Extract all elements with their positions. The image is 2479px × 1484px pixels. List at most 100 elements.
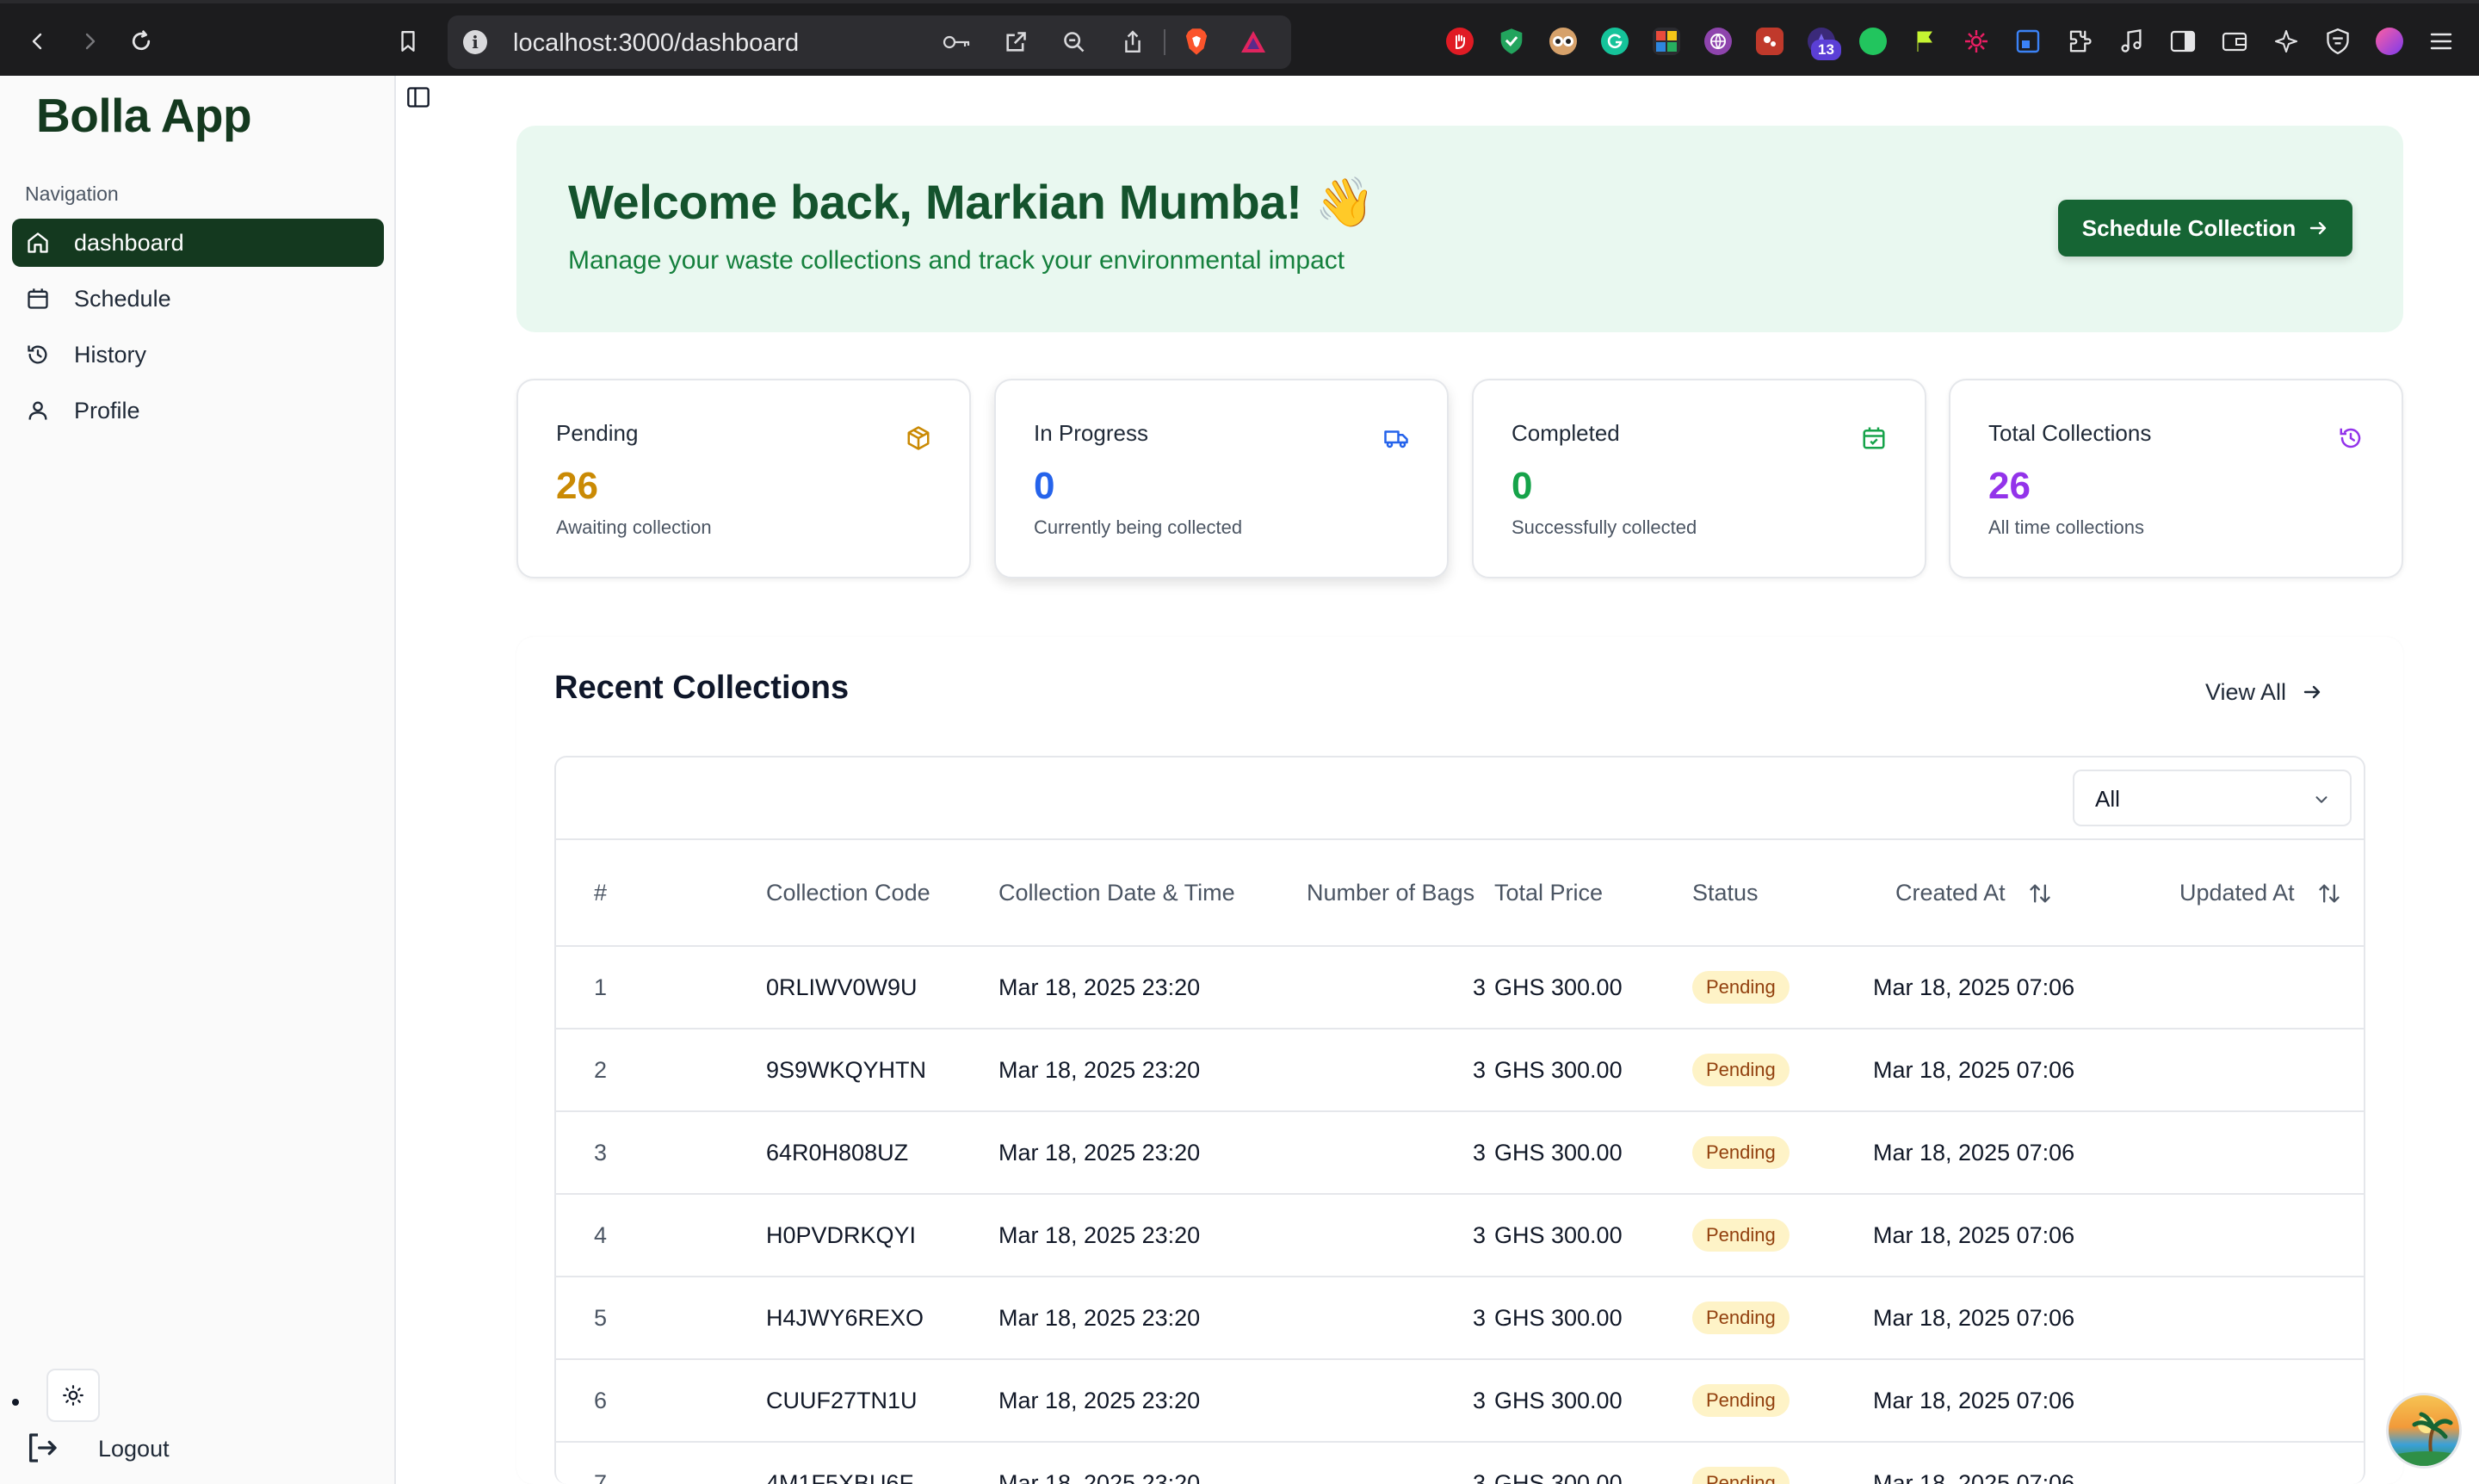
share-icon[interactable] <box>1117 27 1148 58</box>
browser-toolbar: i localhost:3000/dashboard 13 <box>0 0 2479 76</box>
site-info-icon[interactable]: i <box>463 30 487 54</box>
adblock-extension-icon[interactable] <box>1446 28 1474 55</box>
cell-created: Mar 18, 2025 07:06 <box>1873 1140 2075 1166</box>
sidebar-item-profile[interactable]: Profile <box>12 386 384 435</box>
sort-icon[interactable] <box>2028 881 2052 906</box>
view-all-link[interactable]: View All <box>2205 675 2360 709</box>
brave-shield-icon[interactable] <box>1181 27 1212 58</box>
stat-value: 26 <box>556 465 598 507</box>
zoom-out-icon[interactable] <box>1059 27 1090 58</box>
cell-date: Mar 18, 2025 23:20 <box>998 1222 1201 1248</box>
logout-button[interactable]: Logout <box>24 1424 282 1472</box>
color-palette-extension-icon[interactable] <box>1653 28 1680 55</box>
brave-rewards-icon[interactable] <box>1238 27 1269 58</box>
cell-number: 1 <box>594 974 608 1000</box>
owl-extension-icon[interactable] <box>1549 28 1577 55</box>
sidebar-item-history[interactable]: History <box>12 331 384 379</box>
sidebar-panel-icon[interactable] <box>2169 28 2197 55</box>
sidebar: Bolla App Navigation dashboard Schedule … <box>0 76 396 1484</box>
cell-code: 9S9WKQYHTN <box>766 1057 927 1083</box>
table-row[interactable]: 3 64R0H808UZ Mar 18, 2025 23:20 3 GHS 300.00… <box>556 1112 2364 1195</box>
cell-price: GHS 300.00 <box>1494 974 1623 1000</box>
cell-created: Mar 18, 2025 07:06 <box>1873 1057 2075 1083</box>
cell-created: Mar 18, 2025 07:06 <box>1873 1470 2075 1484</box>
cell-date: Mar 18, 2025 23:20 <box>998 1470 1201 1484</box>
column-header-bags: Number of Bags <box>1307 880 1475 906</box>
green-dot-extension-icon[interactable] <box>1859 28 1887 55</box>
key-icon[interactable] <box>942 27 973 58</box>
status-badge: Pending <box>1692 1136 1790 1169</box>
table-row[interactable]: 2 9S9WKQYHTN Mar 18, 2025 23:20 3 GHS 300.00… <box>556 1030 2364 1112</box>
cell-price: GHS 300.00 <box>1494 1305 1623 1331</box>
wallet-icon[interactable] <box>2221 28 2248 55</box>
sidebar-toggle-icon[interactable] <box>406 86 432 110</box>
status-badge: Pending <box>1692 1384 1790 1417</box>
column-header-date: Collection Date & Time <box>998 880 1235 906</box>
truck-icon <box>1383 425 1409 451</box>
vpn-shield-icon[interactable] <box>2324 28 2352 55</box>
purple-globe-extension-icon[interactable] <box>1704 28 1732 55</box>
cell-price: GHS 300.00 <box>1494 1470 1623 1484</box>
menu-icon[interactable] <box>2427 28 2455 55</box>
address-bar[interactable]: i localhost:3000/dashboard <box>448 15 1291 69</box>
stat-card-in-progress: In Progress 0 Currently being collected <box>994 379 1449 578</box>
sidebar-item-label: Profile <box>74 398 140 424</box>
status-badge: Pending <box>1692 971 1790 1004</box>
divider <box>1164 29 1165 55</box>
arrow-right-icon <box>2308 218 2328 238</box>
column-header-updated[interactable]: Updated At <box>2179 880 2295 906</box>
cell-number: 3 <box>594 1140 608 1166</box>
pink-flower-extension-icon[interactable] <box>1963 28 1990 55</box>
stat-desc: Successfully collected <box>1512 516 1697 538</box>
back-icon[interactable] <box>21 24 55 59</box>
stat-desc: All time collections <box>1988 516 2144 538</box>
table-row[interactable]: 4 H0PVDRKQYI Mar 18, 2025 23:20 3 GHS 300.00… <box>556 1195 2364 1277</box>
grammarly-extension-icon[interactable] <box>1601 28 1629 55</box>
status-filter-select[interactable]: All <box>2073 770 2352 826</box>
section-title: Recent Collections <box>554 670 850 706</box>
sort-icon[interactable] <box>2317 881 2341 906</box>
column-header-created[interactable]: Created At <box>1895 880 2006 906</box>
theme-toggle-button[interactable] <box>46 1369 100 1422</box>
bookmark-icon[interactable] <box>391 24 425 59</box>
cell-bags: 3 <box>1472 1305 1486 1331</box>
cell-date: Mar 18, 2025 23:20 <box>998 974 1201 1000</box>
status-badge: Pending <box>1692 1467 1790 1484</box>
forward-icon[interactable] <box>72 24 107 59</box>
cell-bags: 3 <box>1472 974 1486 1000</box>
table-row[interactable]: 6 CUUF27TN1U Mar 18, 2025 23:20 3 GHS 300.00… <box>556 1360 2364 1443</box>
app-title: Bolla App <box>36 89 252 142</box>
cell-number: 5 <box>594 1305 608 1331</box>
layout-extension-icon[interactable] <box>2014 28 2042 55</box>
table-row[interactable]: 7 4M1F5XBU6F Mar 18, 2025 23:20 3 GHS 300.00… <box>556 1443 2364 1484</box>
welcome-banner: Welcome back, Markian Mumba! 👋 Manage yo… <box>516 126 2403 332</box>
shield-check-extension-icon[interactable] <box>1498 28 1525 55</box>
sidebar-item-dashboard[interactable]: dashboard <box>12 219 384 267</box>
assistant-avatar[interactable] <box>2386 1393 2462 1469</box>
table-toolbar: All <box>556 757 2364 840</box>
cell-bags: 3 <box>1472 1140 1486 1166</box>
stat-label: Total Collections <box>1988 420 2152 446</box>
flag-extension-icon[interactable] <box>1911 28 1938 55</box>
history-icon <box>2338 425 2364 451</box>
red-puzzle-extension-icon[interactable] <box>1756 28 1784 55</box>
open-external-icon[interactable] <box>1000 27 1031 58</box>
cell-number: 4 <box>594 1222 608 1248</box>
table-row[interactable]: 5 H4JWY6REXO Mar 18, 2025 23:20 3 GHS 300.00… <box>556 1277 2364 1360</box>
profile-avatar-icon[interactable] <box>2376 28 2403 55</box>
sidebar-item-schedule[interactable]: Schedule <box>12 275 384 323</box>
collections-table: All # Collection Code Collection Date & … <box>554 756 2365 1484</box>
palm-tree-icon <box>2389 1412 2459 1466</box>
leo-ai-icon[interactable] <box>2272 28 2300 55</box>
reload-icon[interactable] <box>124 24 158 59</box>
extensions-puzzle-icon[interactable] <box>2066 28 2093 55</box>
table-row[interactable]: 1 0RLIWV0W9U Mar 18, 2025 23:20 3 GHS 300.00… <box>556 947 2364 1030</box>
cell-date: Mar 18, 2025 23:20 <box>998 1140 1201 1166</box>
cell-created: Mar 18, 2025 07:06 <box>1873 1222 2075 1248</box>
cell-code: 0RLIWV0W9U <box>766 974 918 1000</box>
schedule-collection-button[interactable]: Schedule Collection <box>2058 200 2352 257</box>
url-text[interactable]: localhost:3000/dashboard <box>513 29 799 58</box>
music-icon[interactable] <box>2117 28 2145 55</box>
cell-code: 4M1F5XBU6F <box>766 1470 914 1484</box>
cell-created: Mar 18, 2025 07:06 <box>1873 1388 2075 1413</box>
